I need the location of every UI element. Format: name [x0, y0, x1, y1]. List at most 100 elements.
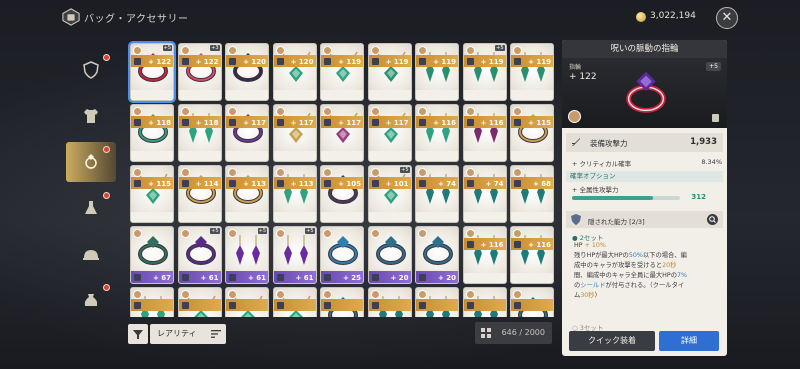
inventory-slot[interactable]: + 74 [415, 165, 459, 223]
details-button[interactable]: 詳細 [659, 331, 719, 351]
inventory-slot[interactable]: + 119 [510, 43, 554, 101]
inventory-slot[interactable]: + 117 [367, 104, 412, 162]
inventory-slot[interactable]: + 116 [462, 104, 507, 162]
inventory-slot[interactable] [367, 287, 412, 317]
lock-icon[interactable] [712, 114, 719, 122]
equipped-character-avatar [568, 110, 581, 123]
filter-button[interactable] [128, 324, 148, 344]
option-progress-bar [572, 196, 680, 200]
inventory-slot[interactable]: +5 + 122 [128, 41, 176, 103]
inventory-slot[interactable]: + 113 [272, 165, 317, 223]
inventory-slot[interactable] [510, 287, 554, 317]
inventory-slot[interactable]: + 118 [130, 104, 174, 162]
level-icon [514, 302, 521, 309]
inventory-slot[interactable] [225, 287, 269, 317]
level-icon [134, 302, 141, 309]
inventory-slot[interactable]: +5 + 61 [272, 226, 317, 284]
inventory-slot[interactable]: + 119 [367, 43, 412, 101]
set-effect-text: ） [594, 292, 601, 299]
inventory-slot[interactable]: + 119 [415, 43, 459, 101]
item-level: + 116 [480, 119, 504, 127]
set-effect-text: HP [574, 242, 585, 249]
category-clothing[interactable] [66, 96, 116, 136]
level-icon [514, 58, 521, 65]
enhance-badge: +3 [210, 45, 220, 51]
inventory-slot[interactable]: + 74 [462, 165, 507, 223]
category-food[interactable] [66, 234, 116, 274]
rarity-bar: + 118 [131, 116, 173, 128]
inventory-slot[interactable]: + 116 [415, 104, 459, 162]
inventory-slot[interactable] [462, 287, 507, 317]
inventory-slot[interactable]: + 114 [177, 165, 222, 223]
inventory-slot[interactable]: + 67 [130, 226, 174, 284]
inventory-slot[interactable]: + 115 [130, 165, 174, 223]
level-icon [324, 58, 331, 65]
category-pouch[interactable] [66, 280, 116, 320]
close-button[interactable]: ✕ [716, 7, 738, 29]
item-level: + 119 [528, 58, 551, 66]
quick-equip-button[interactable]: クイック装着 [569, 331, 655, 351]
inventory-slot[interactable]: + 118 [177, 104, 222, 162]
level-icon [371, 58, 379, 65]
rarity-bar: + 113 [226, 177, 268, 189]
inventory-slot[interactable]: +5 + 101 [367, 165, 412, 223]
inventory-slot[interactable]: +3 + 122 [177, 43, 222, 101]
inventory-slot[interactable] [272, 287, 317, 317]
inventory-slot[interactable] [130, 287, 174, 317]
character-avatar [180, 290, 190, 299]
inventory-slot[interactable]: + 116 [462, 226, 507, 284]
inventory-slot[interactable]: +5 + 61 [225, 226, 269, 284]
item-level: + 119 [338, 58, 361, 66]
inventory-slot[interactable] [320, 287, 364, 317]
character-avatar [370, 46, 380, 55]
item-level: + 117 [243, 119, 266, 127]
level-icon [181, 302, 189, 309]
capacity-count: 646 / 2000 [501, 328, 545, 337]
character-avatar [513, 168, 522, 177]
rarity-bar: + 114 [178, 177, 221, 189]
level-icon [324, 119, 331, 126]
rarity-bar: + 68 [511, 177, 553, 189]
set-2-header: ● 2セット [572, 234, 604, 242]
inventory-slot[interactable]: + 25 [320, 226, 364, 284]
inventory-slot[interactable]: + 120 [272, 43, 317, 101]
level-icon [181, 274, 189, 281]
set-effect-text: が付与される。（クールタイ [605, 282, 685, 289]
inventory-slot[interactable]: + 68 [510, 165, 554, 223]
level-icon [324, 180, 331, 187]
inventory-slot[interactable]: + 117 [320, 104, 364, 162]
search-icon[interactable] [707, 214, 718, 225]
main-stat: 装備攻撃力 1,933 [566, 133, 723, 152]
inventory-slot[interactable]: + 117 [272, 104, 317, 162]
inventory-slot[interactable]: + 20 [415, 226, 459, 284]
inventory-slot[interactable]: +5 + 119 [462, 43, 507, 101]
level-icon [466, 241, 474, 248]
item-level: + 122 [195, 58, 219, 66]
page-title: バッグ・アクセサリー [84, 14, 189, 25]
rarity-bar: + 120 [273, 55, 316, 67]
character-avatar [465, 46, 475, 55]
category-accessory[interactable] [66, 142, 116, 182]
inventory-slot[interactable]: + 105 [320, 165, 364, 223]
inventory-slot[interactable]: + 120 [225, 43, 269, 101]
random-option-header: 確率オプション [566, 171, 723, 182]
rarity-bar [178, 299, 221, 311]
category-potion[interactable] [66, 188, 116, 228]
rarity-bar: + 20 [368, 271, 411, 283]
inventory-slot[interactable]: + 113 [225, 165, 269, 223]
inventory-slot[interactable]: +5 + 61 [177, 226, 222, 284]
rarity-bar: + 61 [226, 271, 268, 283]
inventory-slot[interactable]: + 119 [320, 43, 364, 101]
inventory-slot[interactable]: + 117 [225, 104, 269, 162]
inventory-slot[interactable]: + 20 [367, 226, 412, 284]
inventory-slot[interactable]: + 115 [510, 104, 554, 162]
set-effect-text: 成中のキャラが攻撃を受けると [574, 262, 663, 269]
hidden-ability-row[interactable]: 隠された能力 [2/3] [566, 211, 723, 228]
category-armor[interactable] [66, 50, 116, 90]
inventory-slot[interactable] [415, 287, 459, 317]
sort-dropdown[interactable]: レアリティ [150, 324, 226, 344]
inventory-slot[interactable]: + 116 [510, 226, 554, 284]
inventory-slot[interactable] [177, 287, 222, 317]
set-effect-line: ム30秒） [574, 292, 601, 301]
level-icon [276, 58, 284, 65]
